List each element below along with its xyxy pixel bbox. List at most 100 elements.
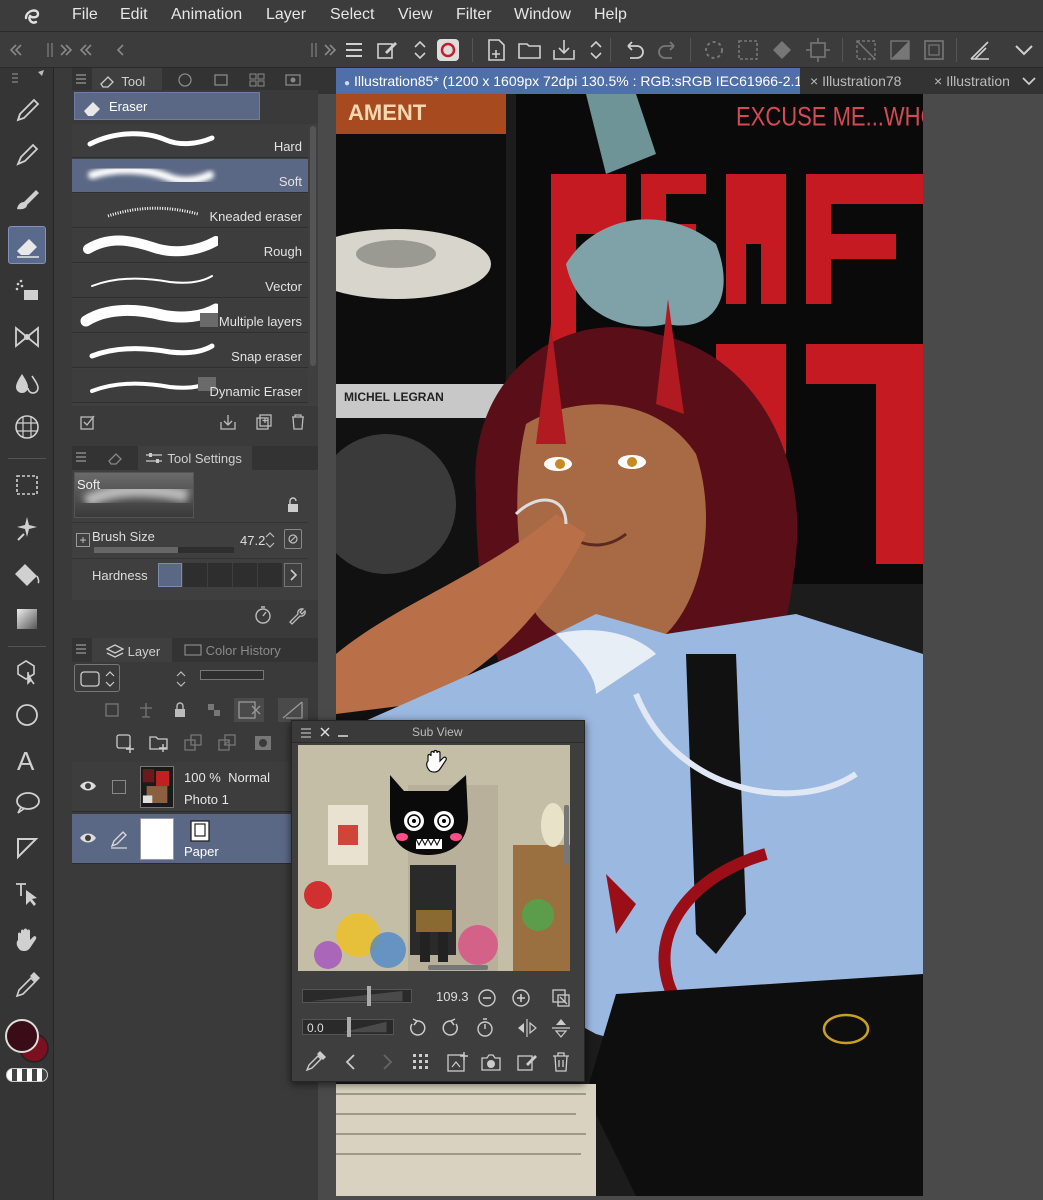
new-raster-layer-icon[interactable] [114,732,136,754]
eyedropper-tool-icon[interactable] [8,966,46,1004]
text-tool-icon[interactable]: A [8,740,46,778]
blend-mode-select[interactable] [74,664,120,692]
import-sub-tool-icon[interactable] [218,412,238,432]
eraser-tool-icon[interactable] [8,226,46,264]
brush-tool-icon[interactable] [8,180,46,218]
save-icon[interactable] [550,36,578,64]
brush-hard[interactable]: Hard [72,124,308,158]
frame-border-tool-icon[interactable] [8,828,46,866]
ellipse-tool-icon[interactable] [8,696,46,734]
sub-view-close-icon[interactable] [318,725,332,739]
close-icon-2[interactable]: × [934,73,942,89]
transfer-down-icon[interactable] [182,732,204,754]
sub-view-menu-icon[interactable] [300,726,312,738]
brush-kneaded-eraser[interactable]: Kneaded eraser [72,194,308,228]
layer-row-paper[interactable]: Paper [72,814,308,864]
selection-dotted-icon[interactable] [734,36,762,64]
ruler-icon[interactable] [966,36,994,64]
doc-tab-illustration85[interactable]: ● Illustration85* (1200 x 1609px 72dpi 1… [336,68,800,94]
brush-size-stepper[interactable] [264,529,276,551]
expand-right-icon-2[interactable] [316,36,337,64]
lock-open-icon[interactable] [284,496,302,514]
hardness-level-5[interactable] [258,563,282,587]
color-swatches[interactable] [4,1018,50,1064]
deselect-icon[interactable] [852,36,880,64]
zoom-value[interactable]: 109.3 [436,989,469,1004]
reference-layer-icon[interactable] [136,700,156,720]
expand-right-icon[interactable] [52,36,73,64]
menu-animation[interactable]: Animation [171,6,242,24]
zoom-out-icon[interactable] [474,985,500,1011]
updown-chevron-icon[interactable] [406,36,428,64]
sub-tool-options-icon[interactable] [78,412,98,432]
menu-view[interactable]: View [398,6,432,24]
chevron-down-icon[interactable] [1010,36,1038,64]
image-panel-icon[interactable] [284,72,302,88]
brush-multiple-layers[interactable]: Multiple layers [72,299,308,333]
brush-dynamic-eraser[interactable]: Dynamic Eraser [72,369,308,403]
open-folder-icon[interactable] [516,36,544,64]
rect-selection-tool-icon[interactable] [8,466,46,504]
previous-image-icon[interactable] [338,1049,364,1075]
flip-horizontal-icon[interactable] [514,1015,540,1041]
undo-icon[interactable] [620,36,648,64]
menu-window[interactable]: Window [514,6,571,24]
clip-layer-icon[interactable] [102,700,122,720]
updown-chevron-icon-2[interactable] [582,36,604,64]
layer-mask-icon[interactable] [252,732,274,754]
tabs-chevron-down-icon[interactable] [1018,70,1040,92]
hardness-level-1[interactable] [158,563,182,587]
next-image-icon[interactable] [374,1049,400,1075]
eraser-group-button[interactable]: Eraser [74,92,260,120]
doc-tab-illustration78[interactable]: × Illustration78 [804,68,924,94]
sub-view-vscroll[interactable] [564,805,569,865]
brush-snap-eraser[interactable]: Snap eraser [72,334,308,368]
airbrush-tool-icon[interactable] [8,272,46,310]
tab-layer[interactable]: Layer [92,638,172,662]
menu-filter[interactable]: Filter [456,6,492,24]
sub-view-image[interactable] [298,745,570,971]
visibility-eye-icon[interactable] [78,776,98,796]
hardness-level-3[interactable] [208,563,232,587]
loading-spinner-icon[interactable] [700,36,728,64]
menu-file[interactable]: File [72,6,98,24]
lock-layer-icon[interactable] [170,700,190,720]
fill-bucket-icon[interactable] [768,36,796,64]
layer-row-photo1[interactable]: 100 % Normal Photo 1 [72,762,308,812]
panel-menu-icon-2[interactable] [76,450,86,462]
rotation-slider-handle[interactable] [347,1017,351,1037]
clip-studio-logo-icon[interactable] [20,4,44,28]
zoom-in-icon[interactable] [508,985,534,1011]
grid-view-icon[interactable] [408,1049,434,1075]
delete-image-icon[interactable] [548,1049,574,1075]
hamburger-menu-icon[interactable] [340,36,368,64]
expand-plus-icon[interactable]: + [76,533,90,547]
brush-size-value[interactable]: 47.2 [240,533,265,548]
delete-sub-tool-icon[interactable] [288,412,308,432]
tab-tool-settings[interactable]: Tool Settings [138,446,252,470]
panel-menu-icon[interactable] [76,72,86,84]
layer-select-checkbox[interactable] [112,780,126,794]
edit-reference-icon[interactable] [514,1049,540,1075]
sub-tool-group-icon[interactable] [212,72,230,88]
balloon-tool-icon[interactable] [8,784,46,822]
brush-vector[interactable]: Vector [72,264,308,298]
correct-line-tool-icon[interactable] [8,874,46,912]
import-image-icon[interactable] [444,1049,470,1075]
collapse-left-icon-2[interactable] [70,36,92,64]
panel-grip-icon-2[interactable] [300,36,317,64]
blend-tool-icon[interactable] [8,364,46,402]
chevron-left-icon[interactable] [106,36,126,64]
zoom-slider-handle[interactable] [367,986,371,1006]
selection-border-icon[interactable] [920,36,948,64]
lock-transparency-icon[interactable] [204,700,224,720]
magic-wand-tool-icon[interactable] [8,510,46,548]
visibility-eye-icon-2[interactable] [78,828,98,848]
hardness-level-4[interactable] [233,563,257,587]
brush-size-slider[interactable] [94,547,234,553]
collapse-left-icon[interactable] [2,36,22,64]
brush-list-scrollbar[interactable] [310,126,316,366]
flip-vertical-icon[interactable] [548,1015,574,1041]
pressure-settings-icon[interactable] [284,529,302,549]
ruler-show-icon[interactable] [278,698,308,722]
